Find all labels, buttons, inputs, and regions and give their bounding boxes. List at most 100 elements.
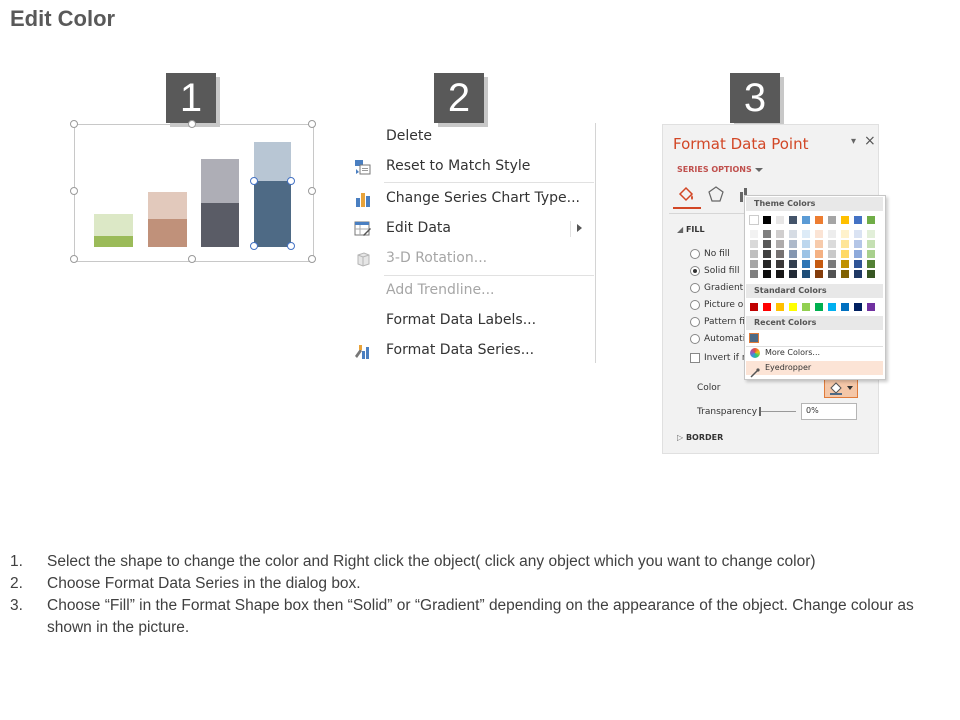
radio-gradient-fill[interactable]	[690, 283, 700, 293]
transparency-input[interactable]: 0%	[801, 403, 857, 420]
theme-shade-swatch[interactable]	[815, 230, 823, 238]
theme-shade-swatch[interactable]	[854, 240, 862, 248]
theme-color-swatch[interactable]	[789, 216, 797, 224]
standard-color-swatch[interactable]	[802, 303, 810, 311]
theme-shade-swatch[interactable]	[854, 250, 862, 258]
theme-shade-swatch[interactable]	[750, 260, 758, 268]
theme-shade-swatch[interactable]	[802, 250, 810, 258]
sample-chart[interactable]	[70, 120, 316, 263]
theme-shade-swatch[interactable]	[815, 250, 823, 258]
theme-shade-swatch[interactable]	[789, 270, 797, 278]
recent-color-swatch[interactable]	[749, 333, 759, 343]
theme-shade-swatch[interactable]	[867, 230, 875, 238]
standard-color-swatch[interactable]	[841, 303, 849, 311]
theme-shade-swatch[interactable]	[776, 250, 784, 258]
pane-options-dropdown-icon[interactable]: ▾	[851, 136, 856, 147]
selection-handle[interactable]	[70, 255, 78, 263]
menu-item-reset-style[interactable]: Reset to Match Style	[348, 153, 594, 181]
theme-shade-swatch[interactable]	[854, 270, 862, 278]
theme-color-swatch[interactable]	[867, 216, 875, 224]
selection-handle[interactable]	[188, 255, 196, 263]
bar-selection-handle[interactable]	[287, 242, 295, 250]
theme-shade-swatch[interactable]	[841, 260, 849, 268]
selection-handle[interactable]	[70, 120, 78, 128]
theme-shade-swatch[interactable]	[763, 270, 771, 278]
theme-shade-swatch[interactable]	[763, 260, 771, 268]
theme-shade-swatch[interactable]	[841, 240, 849, 248]
theme-shade-swatch[interactable]	[750, 230, 758, 238]
transparency-slider[interactable]	[759, 407, 796, 416]
bar-gray-bottom[interactable]	[201, 203, 239, 247]
theme-shade-swatch[interactable]	[763, 250, 771, 258]
bar-green-bottom[interactable]	[94, 236, 133, 247]
theme-shade-swatch[interactable]	[828, 230, 836, 238]
theme-shade-swatch[interactable]	[750, 250, 758, 258]
theme-shade-swatch[interactable]	[802, 270, 810, 278]
theme-color-swatch[interactable]	[763, 216, 771, 224]
theme-shade-swatch[interactable]	[815, 240, 823, 248]
close-icon[interactable]: ×	[864, 133, 876, 149]
theme-shade-swatch[interactable]	[776, 260, 784, 268]
standard-color-swatch[interactable]	[828, 303, 836, 311]
theme-shade-swatch[interactable]	[815, 260, 823, 268]
theme-shade-swatch[interactable]	[828, 250, 836, 258]
menu-item-delete[interactable]: Delete	[348, 123, 594, 151]
menu-item-format-data-series[interactable]: Format Data Series...	[348, 337, 594, 365]
standard-color-swatch[interactable]	[815, 303, 823, 311]
border-section-header[interactable]: ▷ BORDER	[677, 433, 723, 442]
theme-color-swatch[interactable]	[841, 216, 849, 224]
theme-shade-swatch[interactable]	[750, 270, 758, 278]
bar-gray-top[interactable]	[201, 159, 239, 203]
bar-blue-top[interactable]	[254, 142, 291, 181]
theme-shade-swatch[interactable]	[854, 230, 862, 238]
fill-section-header[interactable]: ◢ FILL	[677, 225, 705, 234]
theme-shade-swatch[interactable]	[841, 270, 849, 278]
eyedropper-item[interactable]: Eyedropper	[765, 363, 811, 372]
slider-thumb[interactable]	[759, 407, 761, 416]
theme-color-swatch[interactable]	[749, 215, 759, 225]
theme-shade-swatch[interactable]	[841, 250, 849, 258]
radio-automatic[interactable]	[690, 334, 700, 344]
theme-shade-swatch[interactable]	[828, 260, 836, 268]
theme-shade-swatch[interactable]	[763, 230, 771, 238]
theme-shade-swatch[interactable]	[776, 270, 784, 278]
bar-blue-selected[interactable]	[254, 181, 291, 247]
theme-shade-swatch[interactable]	[828, 240, 836, 248]
standard-color-swatch[interactable]	[776, 303, 784, 311]
selection-handle[interactable]	[308, 120, 316, 128]
theme-shade-swatch[interactable]	[776, 230, 784, 238]
theme-shade-swatch[interactable]	[815, 270, 823, 278]
selection-handle[interactable]	[308, 187, 316, 195]
theme-shade-swatch[interactable]	[867, 240, 875, 248]
standard-color-swatch[interactable]	[789, 303, 797, 311]
theme-shade-swatch[interactable]	[802, 260, 810, 268]
invert-checkbox[interactable]	[690, 353, 700, 363]
color-picker-button[interactable]	[824, 377, 858, 398]
standard-color-swatch[interactable]	[854, 303, 862, 311]
theme-color-swatch[interactable]	[815, 216, 823, 224]
theme-shade-swatch[interactable]	[867, 260, 875, 268]
theme-shade-swatch[interactable]	[867, 270, 875, 278]
bar-selection-handle[interactable]	[287, 177, 295, 185]
bar-brown-top[interactable]	[148, 192, 187, 219]
theme-color-swatch[interactable]	[854, 216, 862, 224]
theme-shade-swatch[interactable]	[854, 260, 862, 268]
series-options-dropdown[interactable]: SERIES OPTIONS	[677, 165, 752, 174]
theme-shade-swatch[interactable]	[789, 260, 797, 268]
standard-color-swatch[interactable]	[750, 303, 758, 311]
selection-handle[interactable]	[188, 120, 196, 128]
theme-shade-swatch[interactable]	[841, 230, 849, 238]
radio-pattern-fill[interactable]	[690, 317, 700, 327]
theme-shade-swatch[interactable]	[789, 230, 797, 238]
more-colors-item[interactable]: More Colors...	[765, 348, 820, 357]
theme-color-swatch[interactable]	[802, 216, 810, 224]
standard-color-swatch[interactable]	[763, 303, 771, 311]
theme-shade-swatch[interactable]	[789, 240, 797, 248]
pentagon-effects-tab-icon[interactable]	[707, 185, 725, 207]
selection-handle[interactable]	[308, 255, 316, 263]
theme-shade-swatch[interactable]	[789, 250, 797, 258]
theme-shade-swatch[interactable]	[776, 240, 784, 248]
radio-picture-fill[interactable]	[690, 300, 700, 310]
theme-shade-swatch[interactable]	[750, 240, 758, 248]
menu-item-format-data-labels[interactable]: Format Data Labels...	[348, 307, 594, 335]
